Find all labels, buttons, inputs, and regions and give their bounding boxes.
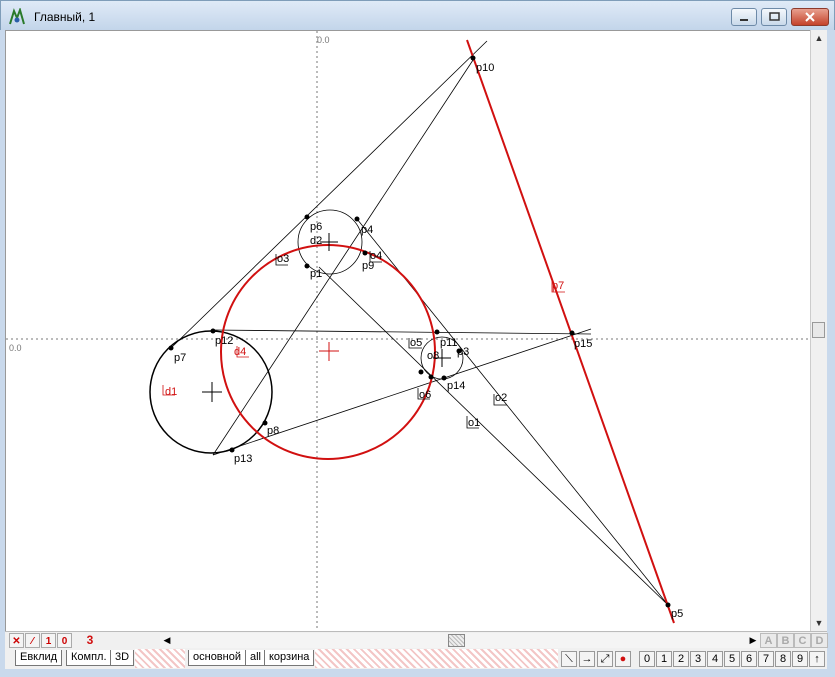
segment-icon: ⟍ — [565, 653, 573, 665]
digit-3-button[interactable]: 3 — [690, 651, 706, 667]
counter-value: 3 — [86, 633, 94, 647]
label-p8: p8 — [267, 425, 279, 437]
geometry-drawing: 0.0 0.0 p6 p4 d2 p1 p9 o3 o4 p10 p7 p12 … — [6, 31, 810, 631]
label-p14: p14 — [447, 380, 465, 392]
label-p1: p1 — [310, 268, 322, 280]
points — [168, 55, 671, 608]
label-p10: p10 — [476, 62, 494, 74]
label-p6: p6 — [310, 221, 322, 233]
line-mode-button[interactable]: ⁄ — [25, 633, 40, 648]
scroll-down-icon[interactable]: ▼ — [811, 615, 827, 631]
label-d2: d2 — [310, 235, 322, 247]
tab-layer-main[interactable]: основной — [188, 650, 246, 666]
digit-6-button[interactable]: 6 — [741, 651, 757, 667]
delete-button[interactable]: ✕ — [9, 633, 24, 648]
tool-vector-button[interactable]: ⤢ — [597, 651, 613, 667]
label-o2: o2 — [495, 392, 507, 404]
horizontal-scroll-thumb[interactable] — [448, 634, 465, 647]
tool-point-button[interactable]: ● — [615, 651, 631, 667]
tab-bar: Евклид Компл. 3D основной all корзина ⟍ … — [5, 649, 827, 669]
close-button[interactable] — [791, 8, 829, 26]
layer-c-button[interactable]: C — [794, 633, 811, 648]
label-o4: o4 — [370, 250, 382, 262]
tab-3d[interactable]: 3D — [110, 650, 135, 666]
window-title: Главный, 1 — [34, 10, 96, 24]
window-frame-right — [827, 30, 835, 677]
red-dot-icon: ● — [619, 653, 627, 665]
tab-layer-trash[interactable]: корзина — [264, 650, 315, 666]
app-icon — [9, 8, 25, 25]
label-o6: o6 — [419, 389, 431, 401]
tab-complex[interactable]: Компл. — [66, 650, 112, 666]
title-bar: Главный, 1 — [0, 0, 835, 30]
label-p7-point: p7 — [174, 352, 186, 364]
digit-1-button[interactable]: 1 — [656, 651, 672, 667]
close-icon — [805, 12, 815, 22]
scroll-right-icon[interactable]: ▶ — [746, 633, 760, 648]
label-p11: p11 — [440, 337, 458, 349]
x-axis-origin-label: 0.0 — [9, 343, 22, 353]
arrow-right-icon: → — [581, 653, 593, 665]
y-axis-origin-label: 0.0 — [317, 35, 330, 45]
scroll-left-icon[interactable]: ◀ — [160, 633, 174, 648]
label-p3: p3 — [457, 346, 469, 358]
restore-button[interactable] — [761, 8, 787, 26]
toggle-zero-button[interactable]: 0 — [57, 633, 72, 648]
digit-5-button[interactable]: 5 — [724, 651, 740, 667]
digit-8-button[interactable]: 8 — [775, 651, 791, 667]
tool-segment-button[interactable]: ⟍ — [561, 651, 577, 667]
minimize-icon — [740, 19, 748, 21]
vertical-scroll-thumb[interactable] — [812, 322, 825, 338]
restore-icon — [769, 12, 780, 21]
digit-4-button[interactable]: 4 — [707, 651, 723, 667]
label-p15: p15 — [574, 338, 592, 350]
label-d4: d4 — [234, 346, 246, 358]
construction-lines — [170, 40, 669, 606]
label-p12: p12 — [215, 335, 233, 347]
digit-7-button[interactable]: 7 — [758, 651, 774, 667]
layer-a-button[interactable]: A — [760, 633, 777, 648]
label-p13: p13 — [234, 453, 252, 465]
label-p5: p5 — [671, 608, 683, 620]
layer-b-button[interactable]: B — [777, 633, 794, 648]
status-bar: ✕ ⁄ 1 0 3 ◀ ▶ A B C D — [5, 631, 828, 649]
tab-euclid[interactable]: Евклид — [15, 650, 63, 666]
label-line-p7: p7 — [552, 280, 564, 292]
up-button[interactable]: ↑ — [809, 651, 825, 667]
tab-filler-right — [315, 649, 558, 668]
label-d1: d1 — [165, 386, 177, 398]
drawing-canvas[interactable]: 0.0 0.0 p6 p4 d2 p1 p9 o3 o4 p10 p7 p12 … — [5, 30, 810, 631]
layer-d-button[interactable]: D — [811, 633, 828, 648]
center-crosses — [202, 233, 451, 402]
label-o8: o8 — [427, 350, 439, 362]
digit-0-button[interactable]: 0 — [639, 651, 655, 667]
label-p4: p4 — [361, 224, 373, 236]
labels: p6 p4 d2 p1 p9 o3 o4 p10 p7 p12 p8 p13 p… — [165, 62, 683, 620]
label-o5: o5 — [410, 337, 422, 349]
digit-9-button[interactable]: 9 — [792, 651, 808, 667]
diagonal-arrow-icon: ⤢ — [600, 653, 610, 665]
label-o1: o1 — [468, 417, 480, 429]
horizontal-scrollbar[interactable]: ◀ ▶ — [160, 633, 760, 648]
minimize-button[interactable] — [731, 8, 757, 26]
circle-d4 — [220, 244, 436, 460]
digit-2-button[interactable]: 2 — [673, 651, 689, 667]
tab-filler — [135, 649, 185, 668]
label-o3: o3 — [277, 253, 289, 265]
scroll-up-icon[interactable]: ▲ — [811, 30, 827, 46]
toggle-one-button[interactable]: 1 — [41, 633, 56, 648]
tool-ray-button[interactable]: → — [579, 651, 595, 667]
vertical-scrollbar[interactable]: ▲ ▼ — [810, 30, 827, 631]
tab-layer-all[interactable]: all — [245, 650, 267, 666]
